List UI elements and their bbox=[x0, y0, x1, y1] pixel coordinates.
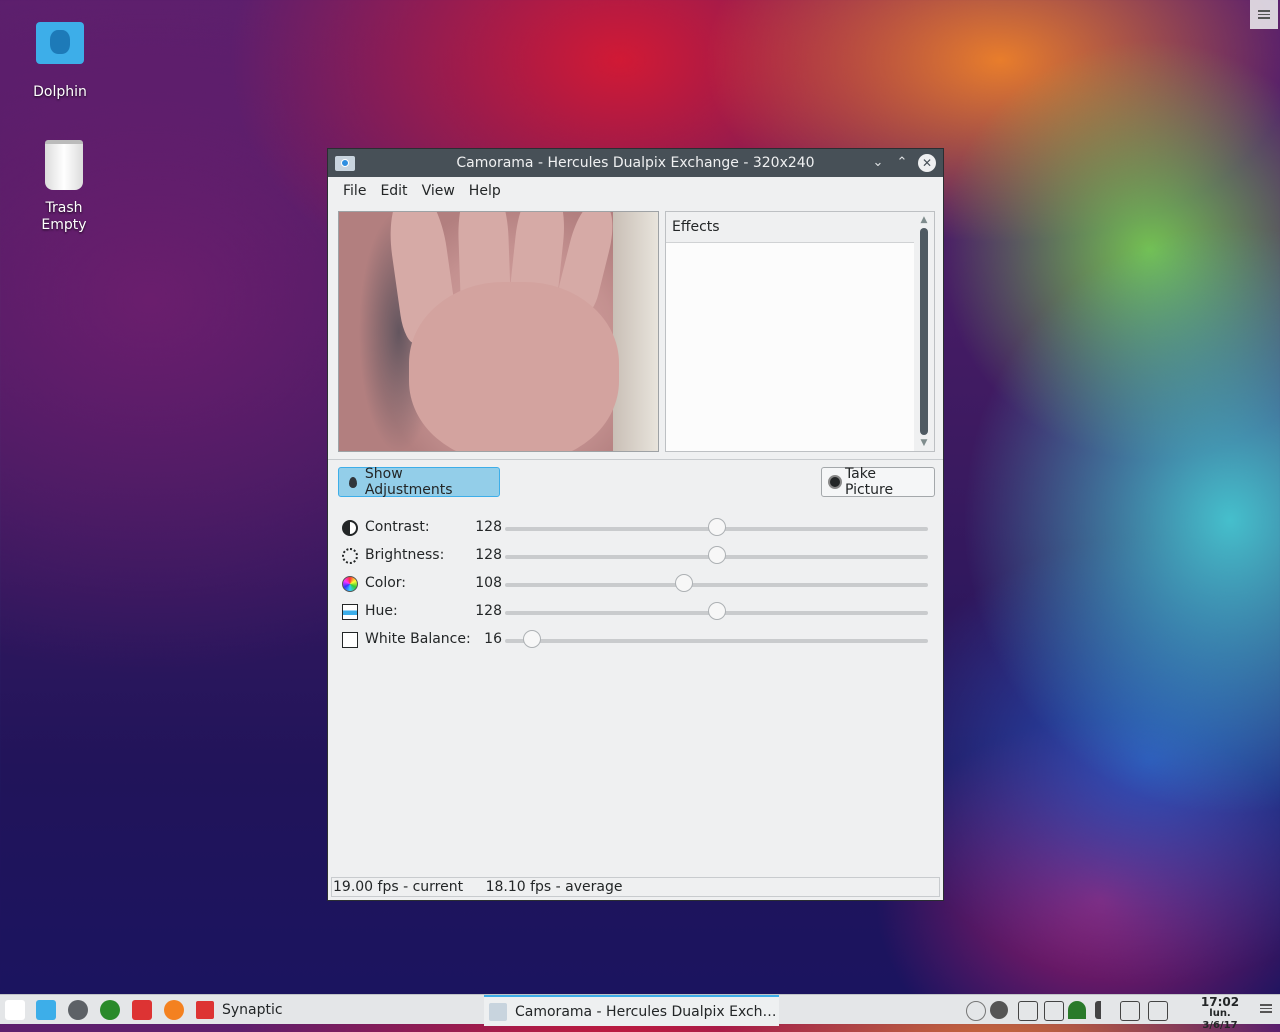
clipboard-icon[interactable] bbox=[1148, 1001, 1168, 1021]
camera-app-icon bbox=[489, 1002, 507, 1021]
adjustment-row-brightness: Brightness: 128 bbox=[342, 545, 932, 567]
menu-view[interactable]: View bbox=[415, 183, 462, 199]
camera-icon bbox=[828, 475, 842, 489]
hamburger-icon bbox=[1260, 1004, 1272, 1013]
hamburger-icon bbox=[1258, 10, 1270, 19]
webcam-preview bbox=[338, 211, 659, 452]
task-camorama[interactable]: Camorama - Hercules Dualpix Exch… bbox=[484, 995, 779, 1026]
task-label: Synaptic bbox=[222, 1001, 283, 1018]
xbox-icon[interactable] bbox=[100, 1000, 120, 1020]
dolphin-icon[interactable] bbox=[36, 1000, 56, 1020]
adjustment-value: 16 bbox=[484, 631, 502, 647]
clock[interactable]: 17:02 lun. 3/6/17 bbox=[1190, 996, 1250, 1032]
adjustment-value: 128 bbox=[475, 603, 502, 619]
color-slider-handle[interactable] bbox=[675, 574, 694, 592]
effects-list[interactable]: Effects ▲ ▼ bbox=[665, 211, 935, 452]
download-icon[interactable] bbox=[132, 1000, 152, 1020]
notification-icon[interactable] bbox=[966, 1001, 986, 1021]
window-title: Camorama - Hercules Dualpix Exchange - 3… bbox=[456, 155, 815, 171]
desktop-icon-label: Dolphin bbox=[33, 84, 87, 100]
clock-time: 17:02 bbox=[1200, 995, 1240, 1009]
hue-icon bbox=[342, 604, 358, 620]
usb-icon[interactable] bbox=[1044, 1001, 1064, 1021]
effects-header: Effects bbox=[666, 212, 914, 243]
storage-icon[interactable] bbox=[1018, 1001, 1038, 1021]
maximize-button[interactable]: ⌃ bbox=[892, 153, 912, 173]
taskbar: Synaptic Camorama - Hercules Dualpix Exc… bbox=[0, 994, 1280, 1031]
hue-slider-handle[interactable] bbox=[707, 602, 726, 620]
firefox-icon[interactable] bbox=[164, 1000, 184, 1020]
adjustment-label: Contrast: bbox=[365, 519, 430, 535]
droplet-icon bbox=[349, 476, 357, 488]
task-label: Camorama - Hercules Dualpix Exch… bbox=[515, 1003, 777, 1020]
volume-icon[interactable] bbox=[1095, 1001, 1119, 1019]
desktop-icon-trash[interactable]: Trash Empty bbox=[19, 140, 109, 234]
white-balance-slider-handle[interactable] bbox=[522, 630, 541, 648]
show-adjustments-label: Show Adjustments bbox=[364, 466, 453, 498]
take-picture-label: Take Picture bbox=[844, 466, 894, 498]
adjustment-row-hue: Hue: 128 bbox=[342, 601, 932, 623]
adjustment-row-contrast: Contrast: 128 bbox=[342, 517, 932, 539]
effects-scrollbar[interactable]: ▲ ▼ bbox=[914, 212, 934, 451]
scroll-thumb[interactable] bbox=[920, 228, 928, 435]
fps-average: 18.10 fps - average bbox=[485, 879, 623, 895]
show-adjustments-button[interactable]: Show Adjustments bbox=[338, 466, 500, 498]
adjustment-label: Color: bbox=[365, 575, 407, 591]
adjustment-row-white-balance: White Balance: 16 bbox=[342, 629, 932, 651]
scroll-up-icon[interactable]: ▲ bbox=[918, 214, 930, 226]
adjustment-value: 128 bbox=[475, 519, 502, 535]
menu-bar: File Edit View Help bbox=[328, 177, 943, 205]
color-wheel-icon bbox=[342, 576, 358, 592]
synaptic-icon bbox=[196, 1000, 214, 1019]
adjustment-label: Brightness: bbox=[365, 547, 445, 563]
adjustment-label: Hue: bbox=[365, 603, 398, 619]
fps-current: 19.00 fps - current bbox=[333, 879, 464, 895]
trash-icon bbox=[45, 140, 83, 190]
adjustment-value: 108 bbox=[475, 575, 502, 591]
desktop-icon-sublabel: Empty bbox=[41, 217, 87, 233]
adjustment-label: White Balance: bbox=[365, 631, 471, 647]
white-balance-slider[interactable] bbox=[505, 639, 928, 643]
menu-edit[interactable]: Edit bbox=[373, 183, 414, 199]
window-titlebar[interactable]: Camorama - Hercules Dualpix Exchange - 3… bbox=[328, 149, 943, 177]
menu-help[interactable]: Help bbox=[462, 183, 508, 199]
color-slider[interactable] bbox=[505, 583, 928, 587]
system-settings-icon[interactable] bbox=[68, 1000, 88, 1020]
adjustment-value: 128 bbox=[475, 547, 502, 563]
camorama-window: Camorama - Hercules Dualpix Exchange - 3… bbox=[327, 148, 944, 901]
take-picture-button[interactable]: Take Picture bbox=[821, 466, 935, 498]
status-bar: 19.00 fps - current 18.10 fps - average bbox=[331, 877, 940, 897]
scroll-down-icon[interactable]: ▼ bbox=[918, 437, 930, 449]
contrast-icon bbox=[342, 520, 358, 536]
battery-icon[interactable] bbox=[1120, 1001, 1140, 1021]
white-balance-icon bbox=[342, 632, 358, 648]
dolphin-folder-icon bbox=[36, 22, 84, 64]
wifi-icon[interactable] bbox=[1068, 1001, 1086, 1019]
clock-date: lun. 3/6/17 bbox=[1202, 1008, 1238, 1031]
brightness-slider-handle[interactable] bbox=[707, 546, 726, 564]
close-button[interactable]: ✕ bbox=[918, 154, 936, 172]
task-synaptic[interactable]: Synaptic bbox=[196, 995, 476, 1024]
desktop-toolbox-button[interactable] bbox=[1250, 0, 1278, 29]
webcam-icon[interactable] bbox=[990, 1001, 1008, 1019]
brightness-icon bbox=[342, 548, 358, 564]
desktop-icon-dolphin[interactable]: Dolphin bbox=[15, 22, 105, 101]
desktop-icon-label: Trash bbox=[45, 200, 83, 216]
application-launcher-icon[interactable] bbox=[5, 1000, 25, 1020]
panel-menu-button[interactable] bbox=[1260, 1004, 1272, 1013]
divider bbox=[328, 459, 943, 460]
menu-file[interactable]: File bbox=[336, 183, 373, 199]
contrast-slider-handle[interactable] bbox=[707, 518, 726, 536]
minimize-button[interactable]: ⌄ bbox=[868, 153, 888, 173]
adjustment-row-color: Color: 108 bbox=[342, 573, 932, 595]
